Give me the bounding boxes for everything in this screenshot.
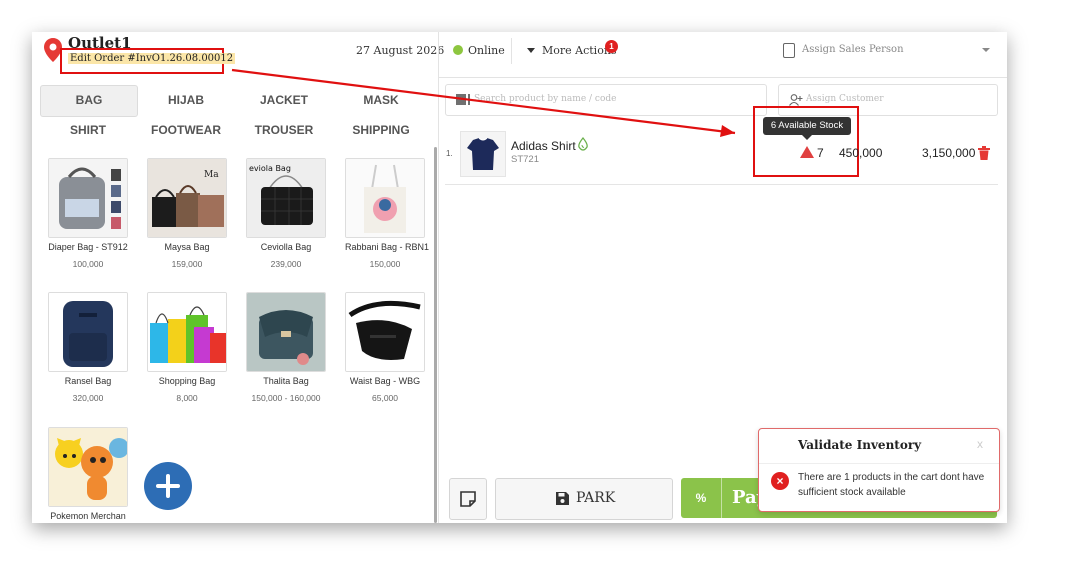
park-label: PARK <box>576 490 616 506</box>
cart-row-divider <box>445 184 998 185</box>
tooltip-arrow <box>802 135 812 140</box>
toast-message: There are 1 products in the cart dont ha… <box>798 472 985 498</box>
validate-inventory-toast: Validate Inventory x × There are 1 produ… <box>758 428 1000 512</box>
park-button[interactable]: PARK <box>495 478 673 520</box>
pos-window: Outlet1 Edit Order #InvO1.26.08.00012 27… <box>32 32 1007 523</box>
error-icon: × <box>771 472 789 490</box>
toast-divider <box>759 463 999 464</box>
cart-item-price: 450,000 <box>839 146 883 160</box>
toast-title: Validate Inventory <box>798 438 922 452</box>
drop-icon <box>578 137 588 151</box>
toast-close-button[interactable]: x <box>977 437 983 451</box>
cart-item-code: ST721 <box>511 154 539 165</box>
cart-item-name[interactable]: Adidas Shirt <box>511 139 576 153</box>
note-button[interactable] <box>449 478 487 520</box>
warning-icon[interactable] <box>800 146 814 158</box>
cart-item-image[interactable] <box>460 131 506 177</box>
stock-tooltip: 6 Available Stock <box>763 117 851 135</box>
cart-item-total: 3,150,000 <box>922 146 976 160</box>
sticky-note-icon <box>460 491 476 507</box>
save-icon <box>556 492 569 505</box>
discount-button[interactable]: % <box>681 478 722 518</box>
cart-line-number: 1. <box>446 149 453 158</box>
trash-icon[interactable] <box>978 146 990 160</box>
cart-item-qty[interactable]: 7 <box>817 146 824 160</box>
